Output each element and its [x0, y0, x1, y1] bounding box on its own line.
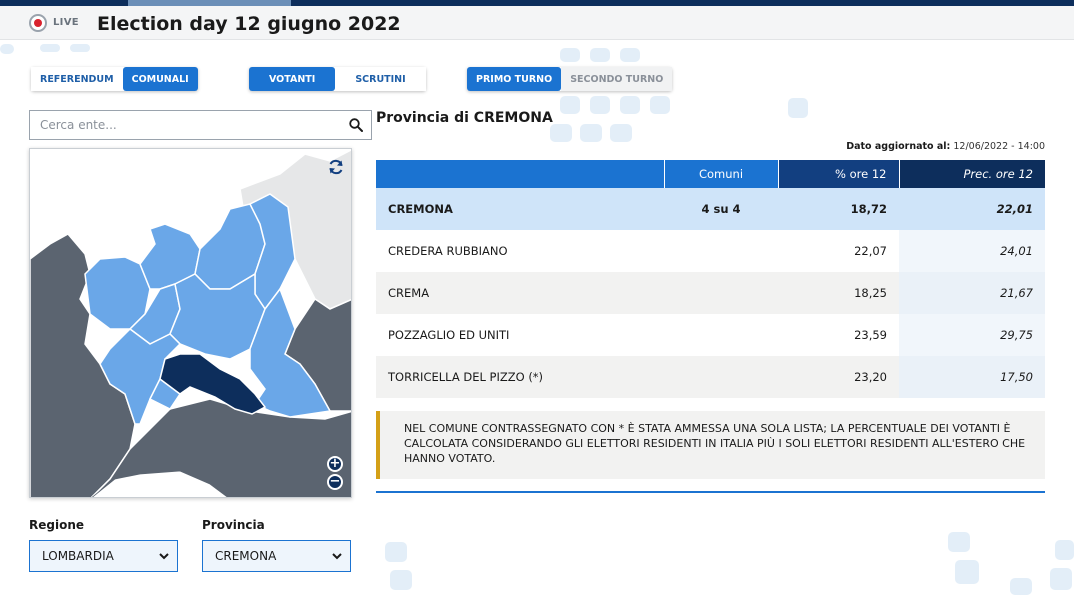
cell-name: CREDERA RUBBIANO — [376, 230, 664, 272]
round-tabs: PRIMO TURNO SECONDO TURNO — [467, 67, 673, 91]
page-title: Election day 12 giugno 2022 — [97, 13, 401, 35]
cell-pct: 23,20 — [778, 356, 899, 398]
provincia-value: CREMONA — [215, 549, 277, 563]
cell-name: POZZAGLIO ED UNITI — [376, 314, 664, 356]
election-type-tabs: REFERENDUM COMUNALI — [31, 67, 198, 91]
live-record-icon — [29, 14, 47, 32]
map-svg — [30, 149, 351, 497]
update-label: Dato aggiornato al: — [846, 141, 951, 152]
zoom-in-icon[interactable]: + — [327, 456, 343, 472]
cell-pct: 22,07 — [778, 230, 899, 272]
chevron-down-icon — [332, 553, 342, 560]
cell-pct: 18,72 — [778, 188, 899, 230]
tab-scrutini[interactable]: SCRUTINI — [335, 67, 426, 91]
tab-secondo-turno[interactable]: SECONDO TURNO — [561, 67, 673, 91]
province-title: Provincia di CREMONA — [376, 110, 553, 126]
footnote-text: NEL COMUNE CONTRASSEGNATO CON * È STATA … — [404, 422, 1026, 465]
header-bar: LIVE Election day 12 giugno 2022 — [0, 6, 1074, 40]
cell-prev: 17,50 — [899, 356, 1045, 398]
table-row[interactable]: CREDERA RUBBIANO 22,07 24,01 — [376, 230, 1045, 272]
regione-select[interactable]: LOMBARDIA — [29, 540, 178, 572]
provincia-label: Provincia — [202, 518, 265, 532]
update-value: 12/06/2022 - 14:00 — [953, 141, 1045, 152]
table-header-row: Comuni % ore 12 Prec. ore 12 — [376, 160, 1045, 188]
header-prev[interactable]: Prec. ore 12 — [898, 160, 1045, 188]
cell-prev: 22,01 — [899, 188, 1045, 230]
table-row-total: CREMONA 4 su 4 18,72 22,01 — [376, 188, 1045, 230]
search-input[interactable] — [30, 111, 330, 139]
table-row[interactable]: CREMA 18,25 21,67 — [376, 272, 1045, 314]
chevron-down-icon — [159, 553, 169, 560]
regione-label: Regione — [29, 518, 85, 532]
cell-name: CREMONA — [376, 188, 664, 230]
regione-value: LOMBARDIA — [42, 549, 114, 563]
header-name — [376, 160, 664, 188]
tab-referendum[interactable]: REFERENDUM — [31, 67, 123, 91]
cell-pct: 18,25 — [778, 272, 899, 314]
header-comuni[interactable]: Comuni — [663, 160, 778, 188]
cell-comuni — [664, 272, 778, 314]
cell-name: TORRICELLA DEL PIZZO (*) — [376, 356, 664, 398]
cell-prev: 21,67 — [899, 272, 1045, 314]
cell-comuni — [664, 314, 778, 356]
refresh-icon[interactable] — [327, 158, 345, 176]
provincia-select[interactable]: CREMONA — [202, 540, 351, 572]
tab-comunali[interactable]: COMUNALI — [122, 67, 198, 91]
cell-prev: 24,01 — [899, 230, 1045, 272]
search-box — [29, 110, 372, 140]
live-label: LIVE — [53, 17, 79, 28]
cell-prev: 29,75 — [899, 314, 1045, 356]
zoom-out-icon[interactable]: − — [327, 474, 343, 490]
header-pct[interactable]: % ore 12 — [777, 160, 899, 188]
cell-comuni — [664, 230, 778, 272]
update-timestamp: Dato aggiornato al: 12/06/2022 - 14:00 — [846, 141, 1045, 152]
table-row[interactable]: TORRICELLA DEL PIZZO (*) 23,20 17,50 — [376, 356, 1045, 398]
results-table: Comuni % ore 12 Prec. ore 12 CREMONA 4 s… — [376, 160, 1045, 398]
cell-comuni — [664, 356, 778, 398]
divider — [376, 491, 1045, 493]
tab-votanti[interactable]: VOTANTI — [249, 67, 336, 91]
province-map[interactable]: + − — [29, 148, 352, 498]
cell-pct: 23,59 — [778, 314, 899, 356]
cell-name: CREMA — [376, 272, 664, 314]
tab-primo-turno[interactable]: PRIMO TURNO — [467, 67, 562, 91]
footnote-box: NEL COMUNE CONTRASSEGNATO CON * È STATA … — [376, 411, 1045, 479]
search-icon[interactable] — [349, 118, 363, 132]
table-row[interactable]: POZZAGLIO ED UNITI 23,59 29,75 — [376, 314, 1045, 356]
data-mode-tabs: VOTANTI SCRUTINI — [249, 67, 426, 91]
cell-comuni: 4 su 4 — [664, 188, 778, 230]
